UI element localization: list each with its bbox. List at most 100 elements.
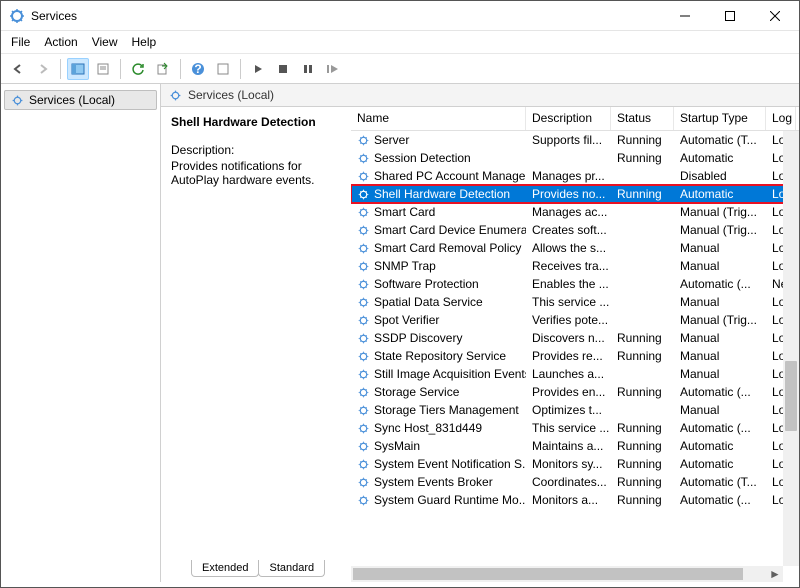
cell-name: Smart Card Removal Policy (351, 241, 526, 255)
col-name[interactable]: Name (351, 107, 526, 130)
cell-startup: Automatic (674, 457, 766, 471)
table-row[interactable]: Spatial Data ServiceThis service ...Manu… (351, 293, 799, 311)
cell-name: SNMP Trap (351, 259, 526, 273)
tab-extended[interactable]: Extended (191, 560, 259, 577)
stop-service-button[interactable] (272, 58, 294, 80)
start-service-button[interactable] (247, 58, 269, 80)
cell-name: Session Detection (351, 151, 526, 165)
cell-status: Running (611, 457, 674, 471)
hscroll-thumb[interactable] (353, 568, 743, 580)
table-row[interactable]: SysMainMaintains a...RunningAutomaticLoc (351, 437, 799, 455)
cell-desc: Monitors sy... (526, 457, 611, 471)
selected-service-name: Shell Hardware Detection (171, 115, 341, 129)
col-description[interactable]: Description (526, 107, 611, 130)
description-label: Description: (171, 143, 341, 157)
svg-text:?: ? (194, 62, 201, 76)
pane-title: Services (Local) (188, 88, 274, 102)
table-row[interactable]: ServerSupports fil...RunningAutomatic (T… (351, 131, 799, 149)
menu-action[interactable]: Action (44, 35, 77, 49)
cell-status: Running (611, 133, 674, 147)
help-button[interactable]: ? (187, 58, 209, 80)
cell-status: Running (611, 151, 674, 165)
col-status[interactable]: Status (611, 107, 674, 130)
table-row[interactable]: Software ProtectionEnables the ...Automa… (351, 275, 799, 293)
cell-status: Running (611, 439, 674, 453)
table-row[interactable]: Session DetectionRunningAutomaticLoc (351, 149, 799, 167)
cell-name: SysMain (351, 439, 526, 453)
table-row[interactable]: Still Image Acquisition EventsLaunches a… (351, 365, 799, 383)
service-detail-column: Shell Hardware Detection Description: Pr… (161, 107, 351, 582)
menu-help[interactable]: Help (132, 35, 157, 49)
cell-status: Running (611, 187, 674, 201)
pause-service-button[interactable] (297, 58, 319, 80)
cell-status: Running (611, 421, 674, 435)
cell-name: Server (351, 133, 526, 147)
cell-startup: Manual (674, 241, 766, 255)
window-title: Services (31, 9, 662, 23)
column-headers: Name Description Status Startup Type Log (351, 107, 799, 131)
table-row[interactable]: Sync Host_831d449This service ...Running… (351, 419, 799, 437)
cell-name: Storage Tiers Management (351, 403, 526, 417)
cell-name: System Events Broker (351, 475, 526, 489)
scroll-right-icon[interactable]: ► (767, 566, 783, 582)
export-button[interactable] (152, 58, 174, 80)
table-row[interactable]: State Repository ServiceProvides re...Ru… (351, 347, 799, 365)
col-logon[interactable]: Log (766, 107, 796, 130)
cell-startup: Automatic (... (674, 493, 766, 507)
table-row[interactable]: Storage ServiceProvides en...RunningAuto… (351, 383, 799, 401)
about-button[interactable] (212, 58, 234, 80)
vertical-scrollbar[interactable] (783, 131, 799, 566)
cell-name: System Event Notification S... (351, 457, 526, 471)
tree-root-services[interactable]: Services (Local) (4, 90, 157, 110)
table-row[interactable]: Smart CardManages ac...Manual (Trig...Lo… (351, 203, 799, 221)
scroll-thumb[interactable] (785, 361, 797, 431)
cell-desc: Optimizes t... (526, 403, 611, 417)
cell-desc: Maintains a... (526, 439, 611, 453)
col-startup-type[interactable]: Startup Type (674, 107, 766, 130)
cell-desc: Monitors a... (526, 493, 611, 507)
tab-standard[interactable]: Standard (258, 560, 325, 577)
cell-startup: Manual (Trig... (674, 223, 766, 237)
table-row[interactable]: SNMP TrapReceives tra...ManualLoc (351, 257, 799, 275)
cell-name: SSDP Discovery (351, 331, 526, 345)
cell-desc: Allows the s... (526, 241, 611, 255)
cell-name: Shell Hardware Detection (351, 187, 526, 201)
menu-view[interactable]: View (92, 35, 118, 49)
title-bar: Services (1, 1, 799, 31)
cell-startup: Automatic (674, 151, 766, 165)
menu-file[interactable]: File (11, 35, 30, 49)
maximize-button[interactable] (707, 1, 752, 30)
cell-startup: Automatic (T... (674, 475, 766, 489)
forward-button[interactable] (32, 58, 54, 80)
table-row[interactable]: Spot VerifierVerifies pote...Manual (Tri… (351, 311, 799, 329)
table-row[interactable]: Shell Hardware DetectionProvides no...Ru… (351, 185, 799, 203)
show-hide-tree-button[interactable] (67, 58, 89, 80)
table-row[interactable]: Storage Tiers ManagementOptimizes t...Ma… (351, 401, 799, 419)
table-row[interactable]: SSDP DiscoveryDiscovers n...RunningManua… (351, 329, 799, 347)
gear-icon (11, 94, 24, 107)
cell-name: Software Protection (351, 277, 526, 291)
restart-service-button[interactable] (322, 58, 344, 80)
horizontal-scrollbar[interactable]: ◄ ► (351, 566, 783, 582)
pane-header: Services (Local) (161, 84, 799, 106)
table-row[interactable]: Smart Card Device Enumera...Creates soft… (351, 221, 799, 239)
table-row[interactable]: System Events BrokerCoordinates...Runnin… (351, 473, 799, 491)
table-row[interactable]: System Guard Runtime Mo...Monitors a...R… (351, 491, 799, 509)
console-tree: Services (Local) (1, 84, 161, 582)
cell-status: Running (611, 475, 674, 489)
table-row[interactable]: System Event Notification S...Monitors s… (351, 455, 799, 473)
cell-desc: This service ... (526, 421, 611, 435)
minimize-button[interactable] (662, 1, 707, 30)
cell-desc: Enables the ... (526, 277, 611, 291)
table-row[interactable]: Shared PC Account ManagerManages pr...Di… (351, 167, 799, 185)
back-button[interactable] (7, 58, 29, 80)
cell-startup: Manual (674, 295, 766, 309)
refresh-button[interactable] (127, 58, 149, 80)
cell-status: Running (611, 349, 674, 363)
close-button[interactable] (752, 1, 797, 30)
properties-button[interactable] (92, 58, 114, 80)
tree-root-label: Services (Local) (29, 93, 115, 107)
cell-desc: Manages pr... (526, 169, 611, 183)
description-text: Provides notifications for AutoPlay hard… (171, 159, 341, 187)
table-row[interactable]: Smart Card Removal PolicyAllows the s...… (351, 239, 799, 257)
